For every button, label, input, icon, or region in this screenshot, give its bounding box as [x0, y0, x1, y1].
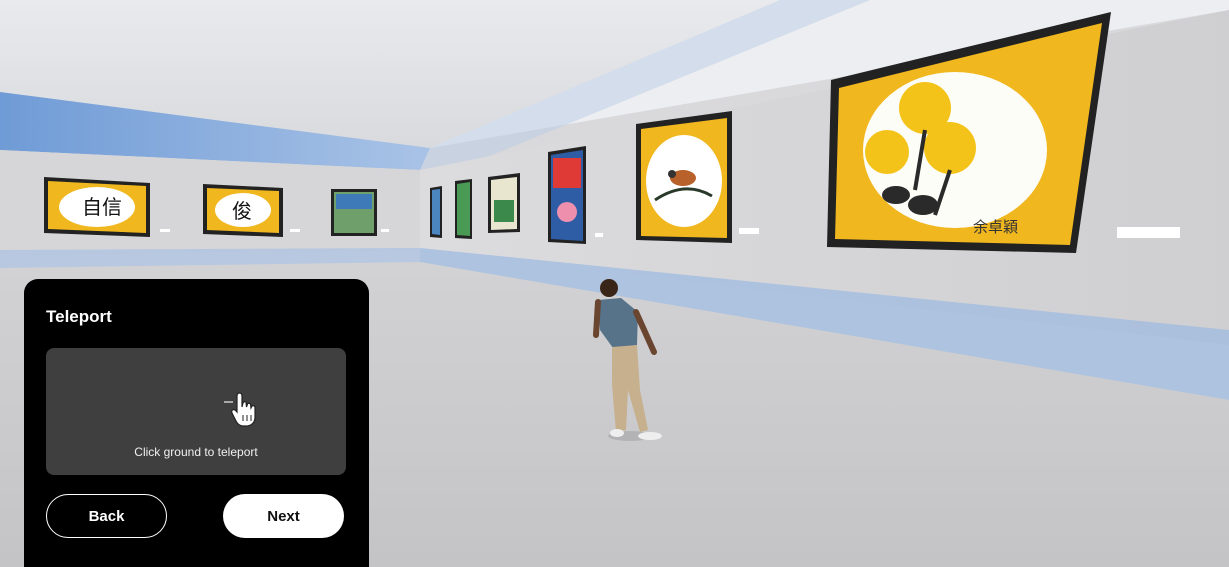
artwork-bird-painting: [636, 111, 732, 243]
back-button[interactable]: Back: [46, 494, 167, 538]
teleport-hint-text: Click ground to teleport: [134, 445, 258, 459]
next-button[interactable]: Next: [223, 494, 344, 538]
artwork-label-card: [1117, 227, 1180, 238]
artwork-calligraphy-2: 俊: [203, 184, 283, 237]
calligraphy-text: 自信: [82, 195, 122, 219]
artist-signature: 余卓穎: [973, 218, 1018, 236]
calligraphy-text-2: 俊: [232, 199, 252, 223]
artwork-painting-3: [331, 189, 377, 236]
panel-title: Teleport: [46, 307, 112, 326]
artwork-painting-7: [548, 146, 586, 244]
artwork-painting-6: [488, 173, 520, 233]
teleport-hint-box: Click ground to teleport: [46, 348, 346, 475]
teleport-tutorial-panel: Teleport Click ground to teleport Back N…: [24, 279, 369, 567]
artwork-calligraphy-1: 自信: [44, 177, 150, 237]
artwork-painting-4: [430, 186, 442, 238]
artwork-painting-5: [455, 179, 472, 239]
pointer-hand-icon: [224, 392, 256, 427]
